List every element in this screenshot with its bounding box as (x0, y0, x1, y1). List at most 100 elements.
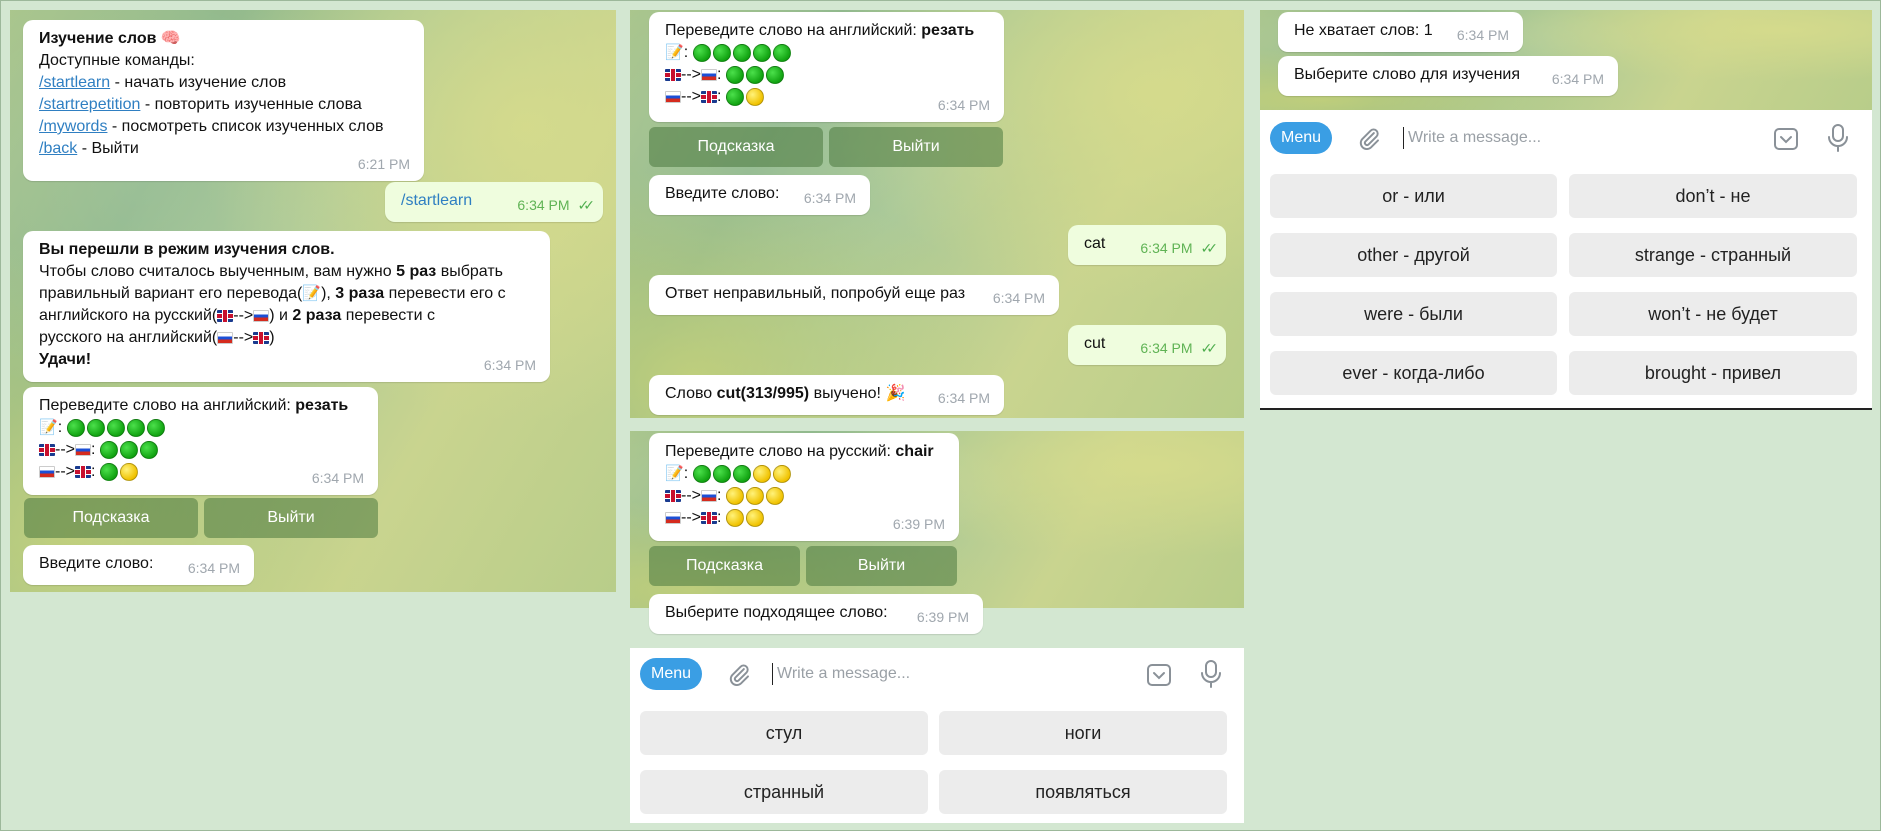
chat-panel-middle-top: Переведите слово на английский: резать 📝… (630, 10, 1244, 418)
paperclip-icon[interactable] (1356, 126, 1382, 152)
keyboard-option[interactable]: ноги (939, 711, 1227, 755)
text: перевести его с (384, 285, 506, 303)
keyboard-option[interactable]: don’t - не (1569, 174, 1857, 218)
keyboard-option[interactable]: other - другой (1270, 233, 1557, 277)
message-text: Ответ неправильный, попробуй еще раз (665, 285, 966, 302)
target-word: резать (921, 22, 975, 39)
command-startrepetition-link[interactable]: /startrepetition (39, 96, 140, 113)
ru-flag-icon (701, 490, 717, 503)
text: выучено! 🎉 (809, 385, 906, 402)
text: --> (233, 329, 254, 347)
progress-dots (725, 64, 786, 86)
menu-button[interactable]: Menu (1270, 122, 1332, 154)
keyboard-option[interactable]: won’t - не будет (1569, 292, 1857, 336)
exit-button[interactable]: Выйти (806, 546, 957, 586)
text-cursor (1403, 127, 1404, 149)
text: : (717, 66, 722, 84)
text: ), (321, 285, 336, 303)
text: английского на русский( (39, 307, 218, 325)
message-out-startlearn: /startlearn 6:34 PM ✓✓ (385, 182, 603, 222)
ru-flag-icon (701, 69, 717, 82)
command-startlearn-link[interactable]: /startlearn (39, 74, 110, 91)
text: перевести с (341, 307, 436, 325)
message-input-bar: Menu Write a message... or - или don’t -… (1260, 110, 1872, 410)
message-time: 6:34 PM (483, 357, 536, 373)
text: --> (233, 307, 254, 325)
message-time: 6:34 PM (187, 560, 240, 576)
ru-flag-icon (75, 444, 91, 457)
progress-dots (99, 439, 160, 461)
message-time: 6:34 PM (517, 197, 570, 213)
command-desc: - повторить изученные слова (140, 96, 362, 113)
keyboard-option[interactable]: странный (640, 770, 928, 814)
text: : (717, 509, 722, 527)
text: правильный вариант его перевода( (39, 285, 303, 303)
keyboard-option[interactable]: ever - когда-либо (1270, 351, 1557, 395)
keyboard-option[interactable]: or - или (1270, 174, 1557, 218)
text: : (683, 465, 689, 483)
message-time: 6:34 PM (803, 190, 856, 206)
progress-dots (692, 42, 793, 64)
text: Слово (665, 385, 717, 402)
text: выбрать (436, 263, 503, 280)
text: : (91, 463, 96, 481)
emoji-keyboard-toggle-icon[interactable] (1145, 661, 1173, 689)
text: Переведите слово на английский: (39, 397, 296, 414)
message-text: Введите слово: (39, 555, 154, 572)
hint-button[interactable]: Подсказка (649, 127, 823, 167)
text: : (683, 44, 689, 62)
message-welcome: Изучение слов 🧠 Доступные команды: /star… (23, 20, 424, 181)
ru-flag-icon (39, 466, 55, 479)
progress-dots (692, 463, 793, 485)
text: : (57, 419, 63, 437)
exit-button[interactable]: Выйти (204, 498, 378, 538)
message-time: 6:39 PM (892, 516, 945, 532)
target-word: chair (895, 443, 934, 460)
progress-dots (725, 507, 766, 529)
ru-flag-icon (253, 310, 270, 322)
message-time: 6:34 PM (1551, 71, 1604, 87)
keyboard-option[interactable]: were - были (1270, 292, 1557, 336)
paperclip-icon[interactable] (726, 662, 752, 688)
keyboard-option[interactable]: strange - странный (1569, 233, 1857, 277)
keyboard-option[interactable]: brought - привел (1569, 351, 1857, 395)
message-time: 6:21 PM (357, 156, 410, 172)
progress-dots (725, 485, 786, 507)
message-time: 6:34 PM (311, 470, 364, 486)
command-mywords-link[interactable]: /mywords (39, 118, 107, 135)
message-text: Введите слово: (665, 185, 780, 202)
message-title: Изучение слов 🧠 (39, 30, 181, 47)
message-wrong-answer: Ответ неправильный, попробуй еще раз 6:3… (649, 275, 1059, 315)
command-desc: - посмотреть список изученных слов (107, 118, 384, 135)
text: Чтобы слово считалось выученным, вам нуж… (39, 263, 397, 280)
message-text[interactable]: /startlearn (401, 192, 472, 209)
keyboard-option[interactable]: появляться (939, 770, 1227, 814)
message-text: Удачи! (39, 351, 92, 369)
progress-dots (66, 417, 167, 439)
text: 3 раза (335, 285, 385, 303)
command-desc: - Выйти (77, 140, 139, 157)
message-text: cat (1084, 235, 1106, 252)
message-input[interactable]: Write a message... (1408, 126, 1648, 150)
uk-flag-icon (665, 69, 681, 82)
text: Переведите слово на английский: (665, 22, 922, 39)
uk-flag-icon (701, 91, 717, 104)
message-time: 6:34 PM (1456, 27, 1509, 43)
menu-button[interactable]: Menu (640, 658, 702, 690)
message-input[interactable]: Write a message... (777, 662, 1017, 686)
exit-button[interactable]: Выйти (829, 127, 1003, 167)
text: русского на английский( (39, 329, 218, 347)
text: : (717, 487, 722, 505)
uk-flag-icon (701, 512, 717, 525)
message-text: cut (1084, 335, 1106, 352)
microphone-icon[interactable] (1826, 123, 1850, 153)
hint-button[interactable]: Подсказка (649, 546, 800, 586)
uk-flag-icon (217, 310, 234, 322)
command-back-link[interactable]: /back (39, 140, 77, 157)
microphone-icon[interactable] (1199, 659, 1223, 689)
hint-button[interactable]: Подсказка (24, 498, 198, 538)
text: : (717, 88, 722, 106)
emoji-keyboard-toggle-icon[interactable] (1772, 125, 1800, 153)
keyboard-option[interactable]: стул (640, 711, 928, 755)
text: --> (55, 441, 75, 459)
